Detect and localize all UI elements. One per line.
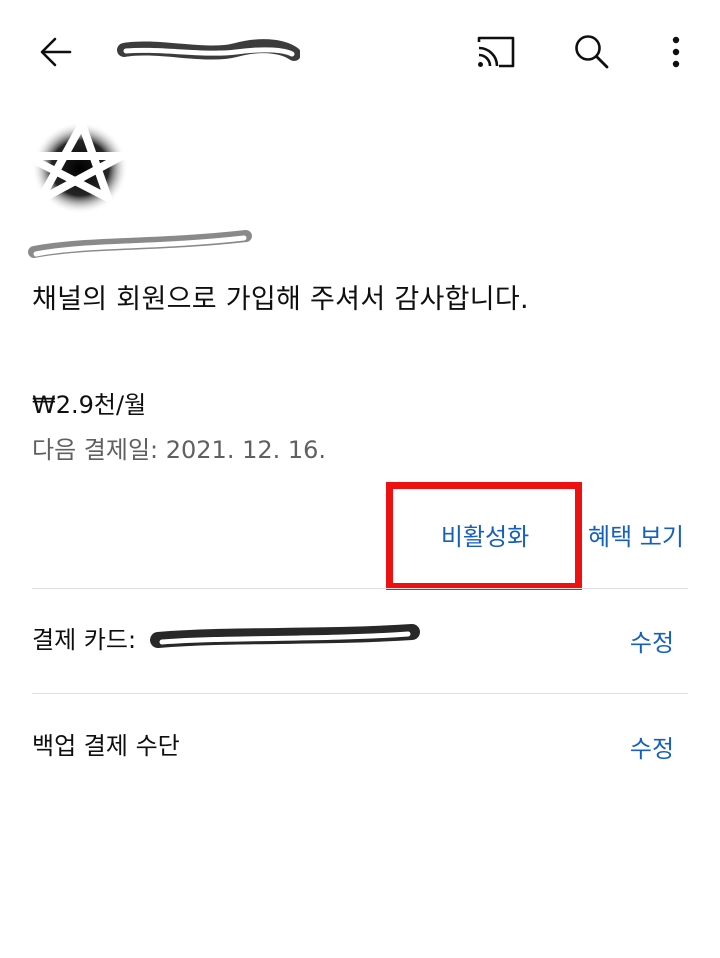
back-button[interactable] [28, 24, 84, 80]
deactivate-button[interactable]: 비활성화 [400, 510, 570, 558]
search-button[interactable] [564, 24, 620, 80]
backup-payment-label: 백업 결제 수단 [32, 732, 180, 760]
cast-icon [477, 36, 515, 68]
edit-backup-payment-button[interactable]: 수정 [620, 726, 684, 766]
more-vertical-icon [672, 36, 680, 68]
view-benefits-button[interactable]: 혜택 보기 [588, 510, 708, 558]
redacted-channel-title [117, 39, 300, 61]
edit-payment-card-button[interactable]: 수정 [620, 620, 684, 660]
divider [32, 693, 688, 694]
thanks-message: 채널의 회원으로 가입해 주셔서 감사합니다. [32, 284, 529, 315]
divider [32, 588, 688, 589]
cast-button[interactable] [466, 24, 526, 80]
arrow-left-icon [40, 37, 72, 67]
membership-page: 채널의 회원으로 가입해 주셔서 감사합니다. ₩2.9천/월 다음 결제일: … [0, 0, 720, 958]
channel-avatar [22, 120, 128, 214]
more-options-button[interactable] [652, 24, 700, 80]
payment-card-label: 결제 카드: [32, 626, 137, 654]
membership-price: ₩2.9천/월 [32, 391, 147, 419]
redacted-channel-name [28, 230, 252, 258]
next-billing-date: 다음 결제일: 2021. 12. 16. [32, 436, 327, 464]
search-icon [575, 35, 609, 69]
redacted-card-info [150, 624, 420, 648]
top-app-bar [0, 0, 720, 100]
